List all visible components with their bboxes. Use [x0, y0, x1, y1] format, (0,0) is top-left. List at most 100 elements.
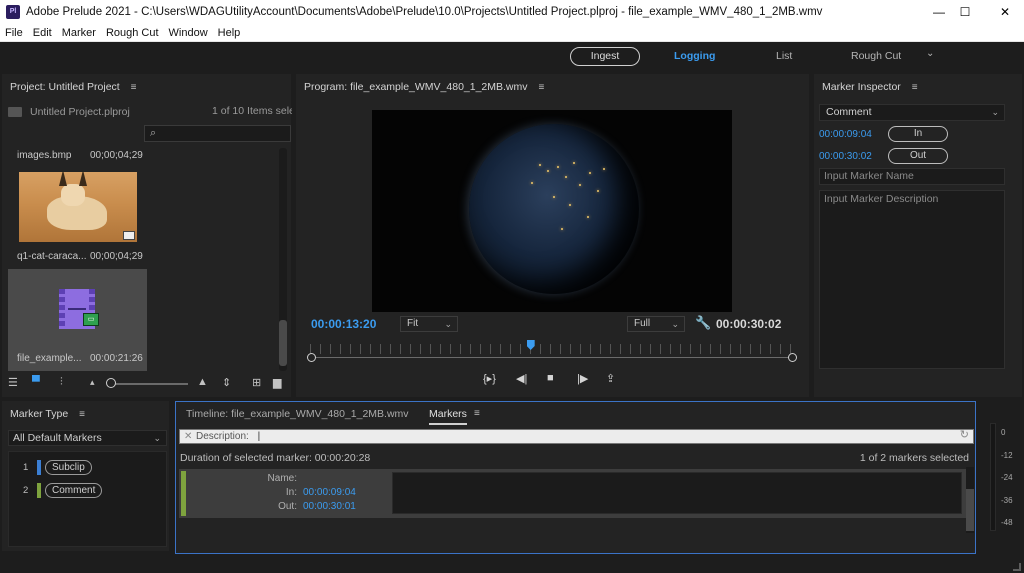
project-menu-icon[interactable]: ≡: [131, 75, 137, 101]
playback-resolution-select[interactable]: Full ⌄: [627, 316, 685, 332]
audio-level-bar: [990, 423, 996, 531]
zoom-out-icon[interactable]: ▴: [90, 377, 95, 388]
city-light: [587, 216, 589, 218]
markers-menu-icon[interactable]: ≡: [474, 408, 480, 419]
video-frame[interactable]: [372, 110, 732, 312]
clip-selected-tile[interactable]: ▭ file_example... 00:00:21:26: [8, 269, 147, 371]
zoom-slider-knob[interactable]: [106, 378, 116, 388]
thumbnail-zoom-slider[interactable]: [110, 383, 188, 385]
cat-ear-left: [59, 172, 67, 186]
zoom-in-icon[interactable]: ▲: [197, 376, 208, 388]
city-light: [603, 168, 605, 170]
markers-scrollbar-thumb[interactable]: [966, 489, 974, 531]
menu-edit[interactable]: Edit: [28, 27, 57, 39]
marker-type-row[interactable]: 2 Comment: [9, 481, 168, 501]
meter-tick: -24: [1001, 473, 1013, 482]
text-cursor: |: [257, 431, 261, 442]
marker-in-value[interactable]: 00:00:09:04: [303, 487, 356, 498]
previous-frame-button[interactable]: ◀|: [516, 372, 527, 385]
marker-color-swatch: [181, 471, 186, 516]
city-light: [539, 164, 541, 166]
tab-timeline[interactable]: Timeline: file_example_WMV_480_1_2MB.wmv: [186, 408, 409, 420]
title-bar: Pl Adobe Prelude 2021 - C:\Users\WDAGUti…: [0, 0, 1024, 24]
marker-out-value[interactable]: 00:00:30:01: [303, 501, 356, 512]
marker-name-input[interactable]: Input Marker Name: [819, 168, 1005, 185]
new-bin-icon[interactable]: ▆: [273, 376, 281, 389]
timeline-ruler[interactable]: [310, 344, 795, 354]
clip-thumbnail-cat[interactable]: [19, 172, 137, 242]
marker-description-input[interactable]: Input Marker Description: [819, 190, 1005, 369]
marker-inspector: Marker Inspector ≡ Comment ⌄ 00:00:09:04…: [814, 74, 1022, 397]
project-scrollbar-thumb[interactable]: [279, 320, 287, 366]
list-view-icon[interactable]: ☰: [8, 376, 18, 389]
current-timecode[interactable]: 00:00:13:20: [311, 317, 376, 331]
next-frame-button[interactable]: |▶: [577, 372, 588, 385]
city-light: [597, 190, 599, 192]
city-light: [589, 172, 591, 174]
clip-duration: 00;00;04;29: [90, 150, 143, 161]
menu-rough-cut[interactable]: Rough Cut: [101, 27, 164, 39]
tab-markers[interactable]: Markers: [429, 408, 467, 425]
marker-row[interactable]: Name: In: 00:00:09:04 Out: 00:00:30:01: [179, 469, 966, 518]
program-menu-icon[interactable]: ≡: [538, 75, 544, 101]
window-title: Adobe Prelude 2021 - C:\Users\WDAGUtilit…: [26, 6, 823, 18]
ingest-button[interactable]: Ingest: [570, 47, 640, 66]
export-frame-button[interactable]: ⇪: [606, 372, 615, 385]
marker-type-header: Marker Type ≡: [2, 401, 169, 427]
stop-button[interactable]: ■: [547, 372, 554, 384]
menu-window[interactable]: Window: [164, 27, 213, 39]
clip-name: file_example...: [17, 353, 82, 364]
markers-scrollbar[interactable]: [966, 467, 974, 533]
settings-wrench-icon[interactable]: 🔧: [695, 315, 711, 331]
out-timecode[interactable]: 00:00:30:02: [819, 151, 872, 162]
workspace-more-icon[interactable]: ⌄: [926, 48, 934, 59]
description-filter-input[interactable]: ✕ Description: | ↻: [179, 429, 974, 444]
out-point-handle[interactable]: [788, 353, 797, 362]
project-title: Project: Untitled Project: [10, 81, 120, 93]
marker-filter-select[interactable]: All Default Markers ⌄: [8, 430, 167, 446]
markers-panel: Timeline: file_example_WMV_480_1_2MB.wmv…: [175, 401, 976, 554]
marker-type-select[interactable]: Comment ⌄: [819, 104, 1005, 121]
program-title: Program: file_example_WMV_480_1_2MB.wmv: [304, 81, 528, 93]
cat-ear-right: [79, 172, 87, 186]
menu-help[interactable]: Help: [213, 27, 246, 39]
in-timecode[interactable]: 00:00:09:04: [819, 129, 872, 140]
inspector-menu-icon[interactable]: ≡: [912, 75, 918, 101]
in-point-handle[interactable]: [307, 353, 316, 362]
marker-type-menu-icon[interactable]: ≡: [79, 402, 85, 428]
sort-icon[interactable]: ⇕: [222, 376, 231, 389]
workspace-logging[interactable]: Logging: [674, 50, 715, 62]
resize-grip-icon[interactable]: [1013, 563, 1021, 571]
subclip-marker-button[interactable]: Subclip: [45, 460, 92, 475]
workspace-list[interactable]: List: [776, 50, 792, 62]
project-search-input[interactable]: ⌕: [144, 125, 291, 142]
scrubber-line[interactable]: [310, 357, 795, 358]
selected-marker-duration: Duration of selected marker: 00:00:20:28: [180, 452, 371, 464]
set-out-button[interactable]: Out: [888, 148, 948, 164]
city-light: [553, 196, 555, 198]
set-in-button[interactable]: In: [888, 126, 948, 142]
marker-type-row[interactable]: 1 Subclip: [9, 458, 168, 478]
comment-marker-button[interactable]: Comment: [45, 483, 103, 498]
clip-duration: 00:00:21:26: [90, 353, 143, 364]
freeform-view-icon[interactable]: ⫶: [60, 376, 63, 389]
icon-view-icon[interactable]: ▀: [32, 376, 40, 388]
refresh-icon[interactable]: ↻: [960, 429, 969, 442]
close-button[interactable]: ✕: [982, 0, 1024, 24]
chevron-down-icon: ⌄: [991, 107, 999, 117]
clip-name[interactable]: q1-cat-caraca...: [17, 251, 86, 262]
meter-tick: -48: [1001, 518, 1013, 527]
inspector-title: Marker Inspector: [822, 81, 901, 93]
marker-row-description-field[interactable]: [392, 472, 962, 514]
zoom-level-select[interactable]: Fit ⌄: [400, 316, 458, 332]
project-clip-grid: images.bmp 00;00;04;29 q1-cat-caraca... …: [8, 148, 278, 371]
clear-filter-icon[interactable]: ✕: [184, 430, 192, 443]
step-in-button[interactable]: {▸}: [483, 372, 496, 385]
automate-icon[interactable]: ⊞: [252, 376, 261, 389]
project-scrollbar[interactable]: [279, 148, 287, 371]
clip-name[interactable]: images.bmp: [17, 150, 71, 161]
workspace-rough-cut[interactable]: Rough Cut: [851, 50, 901, 62]
menu-marker[interactable]: Marker: [57, 27, 101, 39]
audio-meter-panel: 0 -12 -24 -36 -48: [980, 401, 1022, 551]
menu-file[interactable]: File: [0, 27, 28, 39]
